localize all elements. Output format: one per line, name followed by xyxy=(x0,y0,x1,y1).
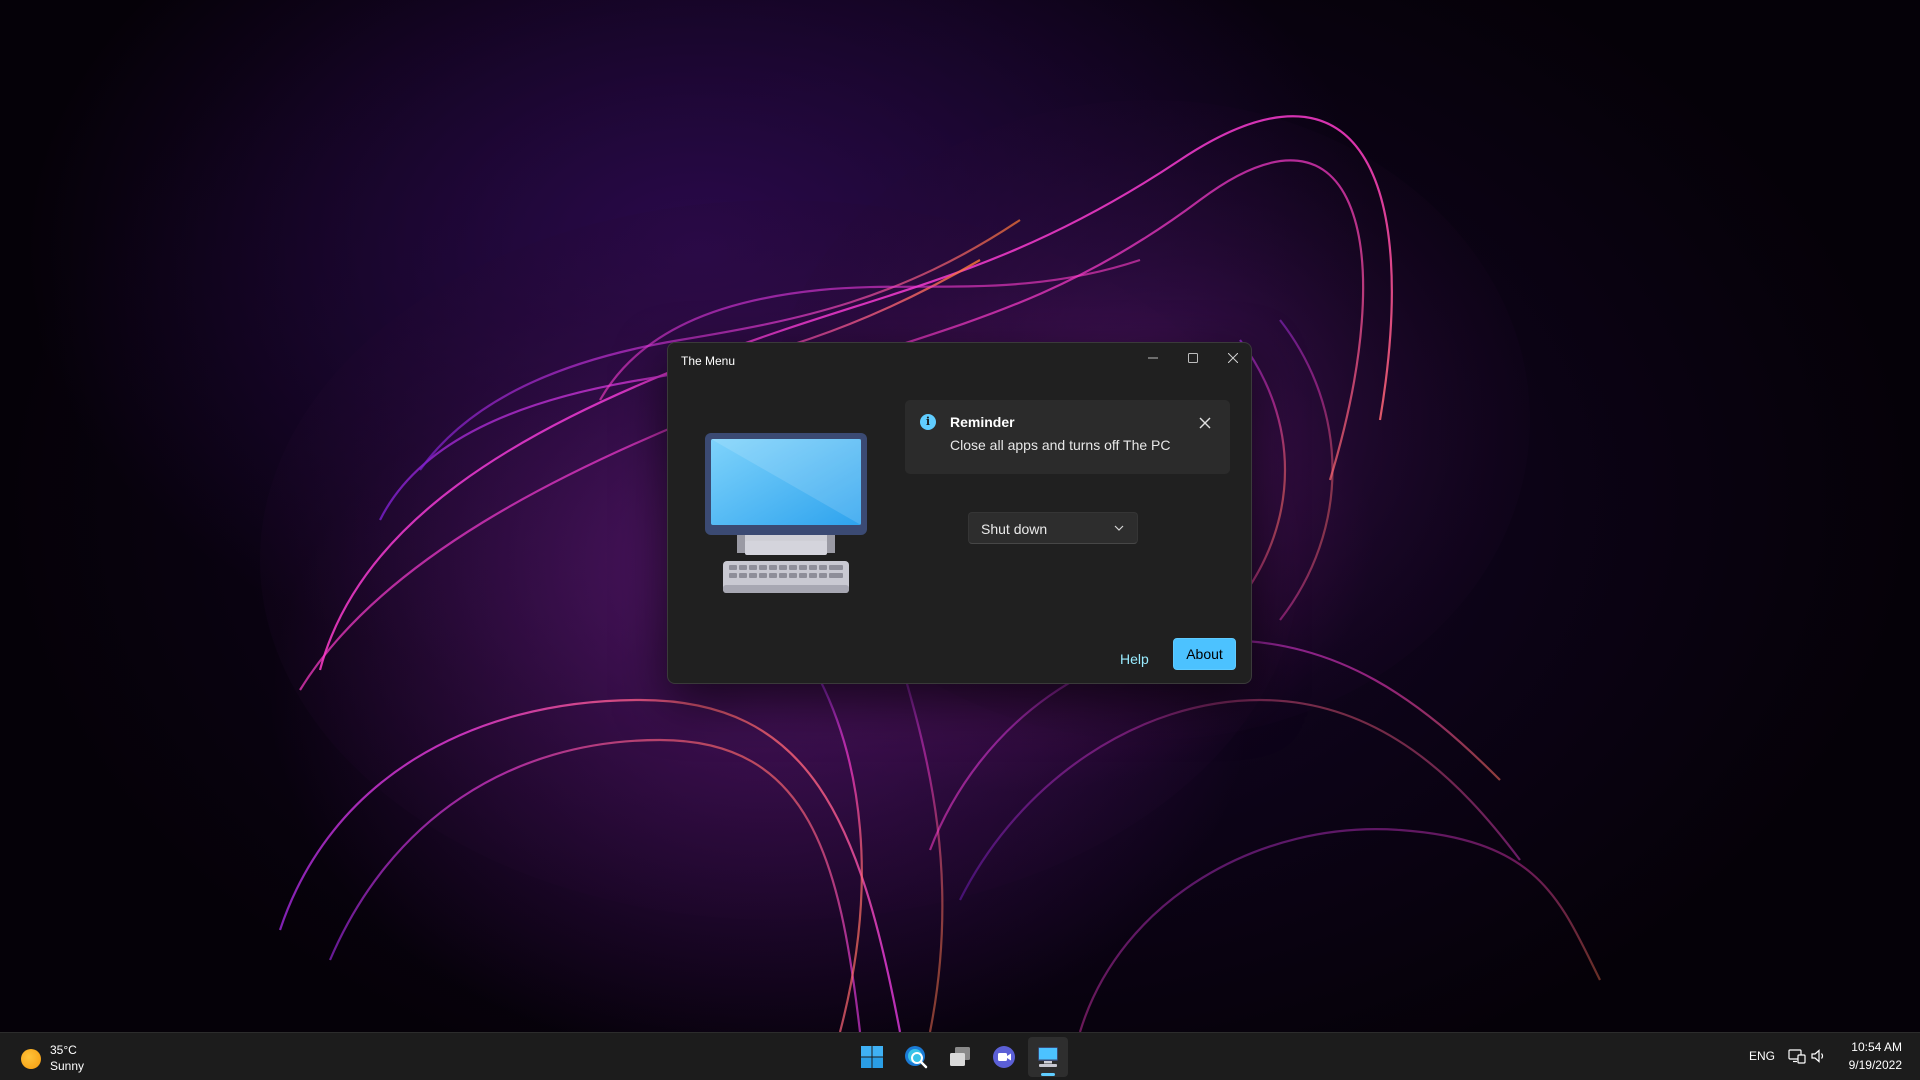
chat-icon xyxy=(993,1046,1015,1068)
minimize-icon xyxy=(1148,357,1158,359)
about-button[interactable]: About xyxy=(1173,638,1236,670)
network-icon[interactable] xyxy=(1788,1047,1806,1065)
clock-date[interactable]: 9/19/2022 xyxy=(1840,1058,1902,1072)
volume-icon[interactable] xyxy=(1810,1047,1828,1065)
infobar-message: Close all apps and turns off The PC xyxy=(950,437,1171,453)
close-icon xyxy=(1199,417,1211,429)
info-icon: i xyxy=(920,414,936,430)
infobar-title: Reminder xyxy=(950,414,1015,430)
the-menu-window: The Menu i Reminder Close all apps and t… xyxy=(667,342,1252,684)
close-icon xyxy=(1228,353,1238,363)
minimize-button[interactable] xyxy=(1133,343,1173,373)
chevron-down-icon xyxy=(1114,525,1124,531)
about-button-label: About xyxy=(1186,646,1223,662)
power-action-dropdown[interactable]: Shut down xyxy=(968,512,1138,544)
maximize-icon xyxy=(1188,353,1198,363)
task-view-icon xyxy=(950,1047,970,1066)
search-icon xyxy=(905,1046,928,1069)
infobar-close-button[interactable] xyxy=(1190,409,1220,437)
start-button[interactable] xyxy=(852,1037,892,1077)
search-button[interactable] xyxy=(896,1037,936,1077)
input-language-indicator[interactable]: ENG xyxy=(1749,1049,1775,1063)
dropdown-selected-value: Shut down xyxy=(981,521,1048,537)
weather-temperature: 35°C xyxy=(50,1043,77,1057)
help-link[interactable]: Help xyxy=(1120,651,1149,667)
clock-time[interactable]: 10:54 AM xyxy=(1848,1040,1902,1054)
taskbar: 35°C Sunny ENG 10:54 AM 9/19/2022 xyxy=(0,1032,1920,1080)
windows-start-icon xyxy=(861,1046,883,1068)
close-button[interactable] xyxy=(1213,343,1253,373)
sun-icon xyxy=(21,1049,41,1069)
window-title: The Menu xyxy=(681,354,736,368)
desktop-computer-icon xyxy=(1038,1047,1058,1067)
weather-widget[interactable]: 35°C Sunny xyxy=(18,1039,138,1075)
reminder-infobar: i Reminder Close all apps and turns off … xyxy=(905,400,1230,474)
title-bar[interactable]: The Menu xyxy=(668,343,1251,375)
taskbar-app-the-menu[interactable] xyxy=(1028,1037,1068,1077)
weather-condition: Sunny xyxy=(50,1059,85,1073)
desktop-computer-icon xyxy=(705,433,867,593)
task-view-button[interactable] xyxy=(940,1037,980,1077)
running-indicator xyxy=(1041,1073,1055,1076)
maximize-button[interactable] xyxy=(1173,343,1213,373)
chat-button[interactable] xyxy=(984,1037,1024,1077)
